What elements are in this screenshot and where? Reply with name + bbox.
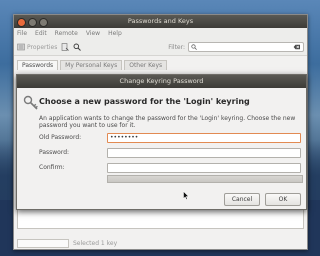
close-icon[interactable]: [17, 18, 26, 27]
password-label: Password:: [39, 149, 70, 156]
old-password-field[interactable]: ••••••••: [107, 132, 301, 143]
dialog-title[interactable]: Change Keyring Password: [17, 75, 306, 88]
search-icon[interactable]: [73, 43, 82, 51]
password-field[interactable]: [107, 147, 301, 158]
window-titlebar[interactable]: Passwords and Keys: [14, 15, 307, 28]
menubar: File Edit Remote View Help: [14, 28, 307, 39]
tab-my-personal-keys[interactable]: My Personal Keys: [60, 60, 123, 70]
cancel-button[interactable]: Cancel: [224, 193, 260, 206]
maximize-icon[interactable]: [39, 18, 48, 27]
dialog-heading: Choose a new password for the 'Login' ke…: [39, 97, 250, 106]
password-row: Password:: [39, 147, 301, 158]
tab-other-keys[interactable]: Other Keys: [124, 60, 168, 70]
confirm-label: Confirm:: [39, 164, 65, 171]
key-icon: [23, 95, 38, 110]
window-title: Passwords and Keys: [127, 17, 194, 25]
status-text: Selected 1 key: [73, 239, 118, 247]
toolbar: Properties Filter:: [14, 39, 307, 56]
mouse-cursor-icon: [183, 191, 189, 200]
status-progress: [17, 238, 69, 248]
clear-icon[interactable]: [293, 44, 301, 50]
menu-file[interactable]: File: [17, 30, 27, 37]
password-strength-bar: [107, 175, 303, 183]
old-password-label: Old Password:: [39, 134, 82, 141]
menu-view[interactable]: View: [86, 30, 100, 37]
ok-button[interactable]: OK: [265, 193, 301, 206]
filter-search-icon: [191, 44, 197, 50]
filter-label: Filter:: [168, 43, 185, 51]
menu-remote[interactable]: Remote: [55, 30, 78, 37]
properties-icon: [17, 43, 25, 51]
filter-input[interactable]: [188, 42, 304, 52]
dialog-description: An application wants to change the passw…: [39, 115, 296, 129]
confirm-row: Confirm:: [39, 162, 301, 173]
tab-bar: Passwords My Personal Keys Other Keys: [14, 56, 307, 70]
properties-label: Properties: [27, 43, 58, 51]
tab-passwords[interactable]: Passwords: [17, 60, 59, 70]
menu-help[interactable]: Help: [108, 30, 122, 37]
change-keyring-password-dialog: Change Keyring Password Choose a new pas…: [16, 74, 307, 210]
confirm-field[interactable]: [107, 162, 301, 173]
menu-edit[interactable]: Edit: [35, 30, 47, 37]
old-password-row: Old Password: ••••••••: [39, 132, 301, 143]
minimize-icon[interactable]: [28, 18, 37, 27]
import-icon[interactable]: [61, 43, 70, 51]
properties-button[interactable]: Properties: [17, 43, 57, 51]
statusbar: Selected 1 key: [14, 237, 307, 249]
